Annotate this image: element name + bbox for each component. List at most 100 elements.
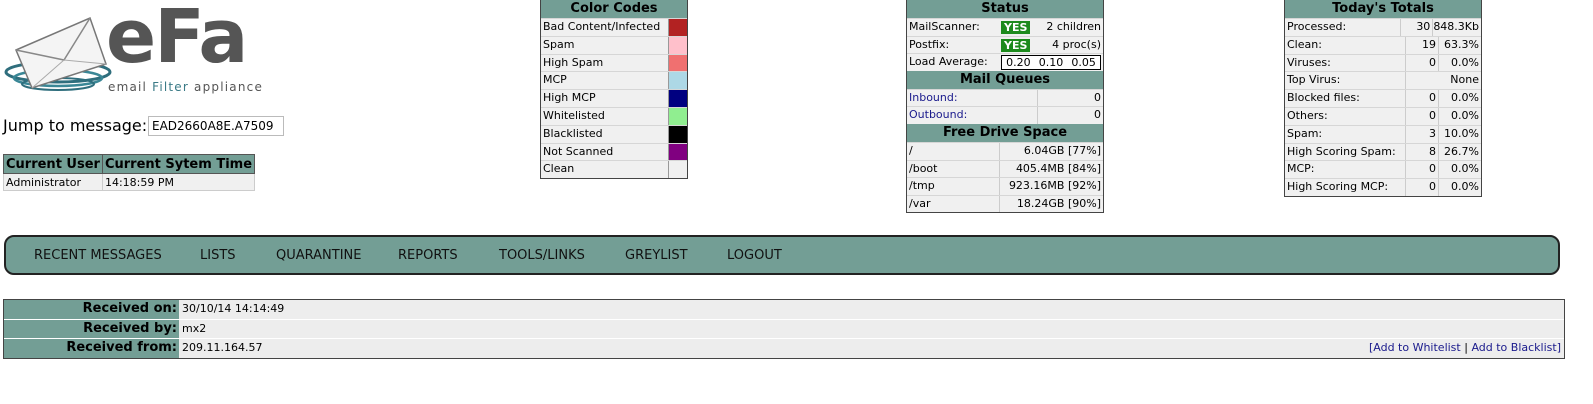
mailscanner-info: 2 children — [1046, 20, 1101, 33]
totals-percent: None — [1450, 73, 1479, 87]
color-code-row: MCP — [541, 71, 687, 90]
nav-quarantine[interactable]: QUARANTINE — [276, 248, 361, 263]
jump-to-message: Jump to message: — [3, 116, 284, 136]
drive-mount: /var — [907, 195, 1000, 213]
mailscanner-label: MailScanner: — [909, 20, 980, 33]
totals-percent: 848.3Kb — [1433, 20, 1479, 33]
mailscanner-status-badge: YES — [1001, 21, 1031, 34]
postfix-label: Postfix: — [909, 37, 950, 51]
drive-mount: / — [907, 142, 1000, 160]
totals-row: MCP: 0 0.0% — [1285, 160, 1481, 179]
totals-percent: 0.0% — [1451, 180, 1479, 194]
jump-message-input[interactable] — [148, 116, 284, 136]
mail-queues-title: Mail Queues — [907, 70, 1103, 89]
drive-free: 18.24GB [90%] — [1016, 196, 1101, 210]
color-codes-title: Color Codes — [541, 0, 687, 18]
add-to-whitelist-link[interactable]: Add to Whitelist — [1373, 341, 1460, 354]
totals-percent: 10.0% — [1444, 126, 1479, 140]
color-swatch — [668, 36, 687, 54]
totals-label: High Scoring Spam: — [1285, 143, 1406, 161]
current-time-value: 14:18:59 PM — [101, 173, 256, 191]
color-swatch — [668, 161, 687, 179]
nav-logout[interactable]: LOGOUT — [727, 248, 782, 263]
color-code-label: Spam — [543, 37, 575, 51]
nav-greylist[interactable]: GREYLIST — [625, 248, 688, 263]
add-to-blacklist-link[interactable]: Add to Blacklist — [1471, 341, 1556, 354]
color-code-label: Whitelisted — [543, 108, 605, 122]
totals-row: Blocked files: 0 0.0% — [1285, 89, 1481, 107]
received-on-row: Received on: 30/10/14 14:14:49 — [4, 300, 1564, 320]
envelope-logo-icon — [4, 16, 112, 91]
totals-percent: 63.3% — [1444, 37, 1479, 51]
color-swatch — [668, 19, 687, 36]
color-swatch — [668, 90, 687, 107]
color-code-label: Blacklisted — [543, 126, 603, 140]
outbound-link[interactable]: Outbound: — [907, 107, 1038, 124]
drive-space-row: /var 18.24GB [90%] — [907, 194, 1103, 213]
color-swatch — [668, 107, 687, 125]
outbound-queue-row[interactable]: Outbound: 0 — [907, 106, 1103, 124]
totals-percent: 0.0% — [1451, 108, 1479, 122]
postfix-status-row: Postfix: YES 4 proc(s) — [907, 35, 1103, 54]
nav-reports[interactable]: REPORTS — [398, 248, 458, 263]
inbound-queue-row[interactable]: Inbound: 0 — [907, 88, 1103, 107]
totals-count: 30 — [1401, 19, 1434, 36]
nav-tools-links[interactable]: TOOLS/LINKS — [499, 248, 585, 263]
color-code-label: MCP — [543, 73, 567, 87]
totals-label: High Scoring MCP: — [1285, 179, 1406, 196]
color-code-label: High MCP — [543, 91, 596, 105]
color-code-label: Clean — [543, 162, 575, 176]
color-code-row: Spam — [541, 35, 687, 54]
totals-count: 0 — [1406, 161, 1439, 179]
nav-lists[interactable]: LISTS — [200, 248, 236, 263]
message-details-table: Received on: 30/10/14 14:14:49 Received … — [3, 299, 1565, 359]
color-swatch — [668, 143, 687, 161]
totals-label: Viruses: — [1285, 54, 1406, 72]
load-average-values: 0.20 0.10 0.05 — [1001, 55, 1101, 71]
totals-percent: 0.0% — [1451, 162, 1479, 176]
received-from-cell: 209.11.164.57 [Add to Whitelist | Add to… — [179, 339, 1564, 358]
totals-row: High Scoring Spam: 8 26.7% — [1285, 142, 1481, 161]
totals-row: Spam: 3 10.0% — [1285, 124, 1481, 143]
current-time-header: Current Sytem Time — [101, 154, 256, 174]
color-codes-box: Color Codes Bad Content/Infected Spam High… — [540, 0, 688, 180]
inbound-link[interactable]: Inbound: — [907, 89, 1038, 107]
totals-label: Blocked files: — [1285, 90, 1406, 107]
drive-space-row: / 6.04GB [77%] — [907, 141, 1103, 160]
color-code-label: Bad Content/Infected — [543, 20, 661, 33]
drive-mount: /boot — [907, 160, 1000, 178]
status-title: Status — [907, 0, 1103, 18]
color-code-row: High Spam — [541, 53, 687, 72]
color-code-row: High MCP — [541, 89, 687, 107]
totals-row: Viruses: 0 0.0% — [1285, 53, 1481, 72]
drive-free: 923.16MB [92%] — [1008, 179, 1101, 193]
totals-count: 0 — [1406, 90, 1439, 107]
totals-label: MCP: — [1285, 161, 1406, 179]
nav-recent-messages[interactable]: RECENT MESSAGES — [34, 248, 162, 263]
totals-count: 0 — [1406, 107, 1439, 125]
received-from-value: 209.11.164.57 — [182, 341, 263, 354]
drive-space-row: /tmp 923.16MB [92%] — [907, 177, 1103, 195]
totals-percent: 0.0% — [1451, 55, 1479, 69]
totals-row: Top Virus: None — [1285, 71, 1481, 90]
totals-label: Spam: — [1285, 125, 1406, 143]
totals-label: Processed: — [1285, 19, 1402, 36]
current-user-header: Current User — [3, 154, 103, 174]
color-code-label: High Spam — [543, 55, 604, 69]
drive-mount: /tmp — [907, 178, 1000, 195]
mailscanner-status-row: MailScanner: YES 2 children — [907, 18, 1103, 36]
received-from-label: Received from: — [4, 339, 179, 358]
postfix-info: 4 proc(s) — [1052, 37, 1101, 51]
postfix-status-badge: YES — [1001, 38, 1031, 52]
totals-count: 0 — [1406, 179, 1439, 196]
logo-text: eFa — [106, 0, 248, 80]
load-average-label: Load Average: — [909, 55, 988, 69]
received-on-value: 30/10/14 14:14:49 — [179, 300, 1564, 319]
totals-row: Others: 0 0.0% — [1285, 106, 1481, 125]
color-swatch — [668, 125, 687, 143]
totals-label: Clean: — [1285, 36, 1406, 54]
current-user-value: Administrator — [3, 173, 103, 191]
color-swatch — [668, 72, 687, 90]
drive-space-title: Free Drive Space — [907, 123, 1103, 142]
received-by-label: Received by: — [4, 319, 179, 338]
